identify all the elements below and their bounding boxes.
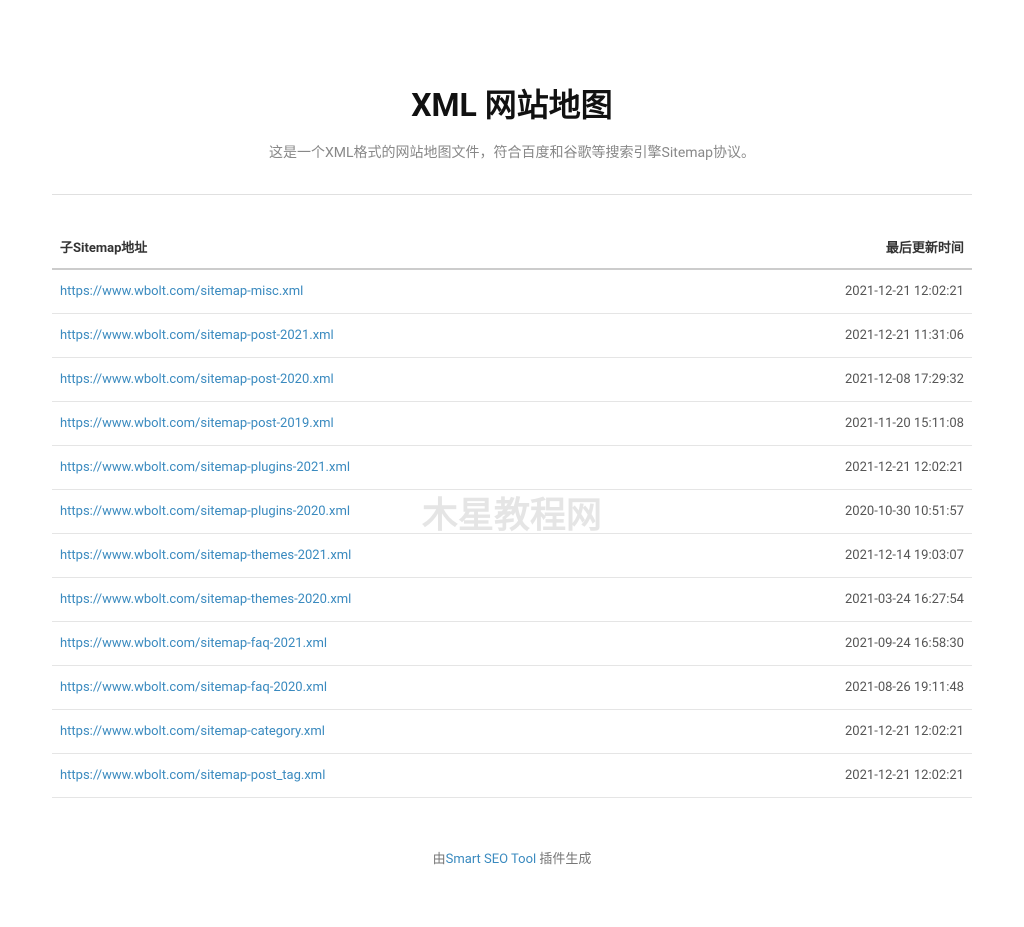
col-date-header: 最后更新时间 — [691, 225, 972, 269]
table-cell-url: https://www.wbolt.com/sitemap-post-2021.… — [52, 314, 691, 358]
footer-suffix: 插件生成 — [536, 852, 591, 867]
table-header-row: 子Sitemap地址 最后更新时间 — [52, 225, 972, 269]
table-row: https://www.wbolt.com/sitemap-themes-202… — [52, 534, 972, 578]
table-cell-url: https://www.wbolt.com/sitemap-category.x… — [52, 710, 691, 754]
sitemap-link[interactable]: https://www.wbolt.com/sitemap-faq-2020.x… — [60, 680, 327, 695]
table-row: https://www.wbolt.com/sitemap-misc.xml 20… — [52, 269, 972, 314]
table-cell-url: https://www.wbolt.com/sitemap-misc.xml — [52, 269, 691, 314]
table-cell-date: 2021-08-26 19:11:48 — [691, 666, 972, 710]
table-cell-url: https://www.wbolt.com/sitemap-post_tag.x… — [52, 754, 691, 798]
table-body: https://www.wbolt.com/sitemap-misc.xml 20… — [52, 269, 972, 798]
table-row: https://www.wbolt.com/sitemap-plugins-20… — [52, 446, 972, 490]
table-row: https://www.wbolt.com/sitemap-faq-2020.x… — [52, 666, 972, 710]
table-cell-url: https://www.wbolt.com/sitemap-faq-2020.x… — [52, 666, 691, 710]
table-cell-date: 2020-10-30 10:51:57 — [691, 490, 972, 534]
table-cell-date: 2021-11-20 15:11:08 — [691, 402, 972, 446]
table-cell-date: 2021-12-14 19:03:07 — [691, 534, 972, 578]
sitemap-link[interactable]: https://www.wbolt.com/sitemap-post-2019.… — [60, 416, 334, 431]
table-row: https://www.wbolt.com/sitemap-category.x… — [52, 710, 972, 754]
table-cell-date: 2021-12-21 11:31:06 — [691, 314, 972, 358]
sitemap-table: 子Sitemap地址 最后更新时间 https://www.wbolt.com/… — [52, 225, 972, 798]
table-container: 木星教程网 子Sitemap地址 最后更新时间 https://www.wbol… — [52, 225, 972, 798]
table-cell-date: 2021-12-21 12:02:21 — [691, 710, 972, 754]
page-title: XML 网站地图 — [52, 80, 972, 126]
sitemap-link[interactable]: https://www.wbolt.com/sitemap-post-2021.… — [60, 328, 334, 343]
table-cell-url: https://www.wbolt.com/sitemap-post-2020.… — [52, 358, 691, 402]
table-row: https://www.wbolt.com/sitemap-plugins-20… — [52, 490, 972, 534]
page-header: XML 网站地图 这是一个XML格式的网站地图文件，符合百度和谷歌等搜索引擎Si… — [52, 40, 972, 195]
table-cell-date: 2021-12-21 12:02:21 — [691, 754, 972, 798]
table-row: https://www.wbolt.com/sitemap-post-2021.… — [52, 314, 972, 358]
table-cell-url: https://www.wbolt.com/sitemap-themes-202… — [52, 534, 691, 578]
col-url-header: 子Sitemap地址 — [52, 225, 691, 269]
sitemap-link[interactable]: https://www.wbolt.com/sitemap-post-2020.… — [60, 372, 334, 387]
footer-prefix: 由 — [433, 852, 446, 867]
table-cell-date: 2021-12-08 17:29:32 — [691, 358, 972, 402]
page-footer: 由Smart SEO Tool 插件生成 — [52, 848, 972, 867]
table-cell-url: https://www.wbolt.com/sitemap-plugins-20… — [52, 490, 691, 534]
table-row: https://www.wbolt.com/sitemap-themes-202… — [52, 578, 972, 622]
table-row: https://www.wbolt.com/sitemap-faq-2021.x… — [52, 622, 972, 666]
sitemap-link[interactable]: https://www.wbolt.com/sitemap-themes-202… — [60, 592, 351, 607]
sitemap-link[interactable]: https://www.wbolt.com/sitemap-post_tag.x… — [60, 768, 325, 783]
sitemap-link[interactable]: https://www.wbolt.com/sitemap-themes-202… — [60, 548, 351, 563]
table-cell-url: https://www.wbolt.com/sitemap-faq-2021.x… — [52, 622, 691, 666]
table-row: https://www.wbolt.com/sitemap-post-2019.… — [52, 402, 972, 446]
table-cell-url: https://www.wbolt.com/sitemap-plugins-20… — [52, 446, 691, 490]
sitemap-link[interactable]: https://www.wbolt.com/sitemap-faq-2021.x… — [60, 636, 327, 651]
table-cell-date: 2021-09-24 16:58:30 — [691, 622, 972, 666]
sitemap-link[interactable]: https://www.wbolt.com/sitemap-plugins-20… — [60, 504, 350, 519]
sitemap-link[interactable]: https://www.wbolt.com/sitemap-plugins-20… — [60, 460, 350, 475]
table-header: 子Sitemap地址 最后更新时间 — [52, 225, 972, 269]
table-cell-date: 2021-03-24 16:27:54 — [691, 578, 972, 622]
table-cell-date: 2021-12-21 12:02:21 — [691, 446, 972, 490]
table-row: https://www.wbolt.com/sitemap-post-2020.… — [52, 358, 972, 402]
sitemap-link[interactable]: https://www.wbolt.com/sitemap-category.x… — [60, 724, 325, 739]
page-wrapper: XML 网站地图 这是一个XML格式的网站地图文件，符合百度和谷歌等搜索引擎Si… — [32, 0, 992, 927]
table-cell-url: https://www.wbolt.com/sitemap-themes-202… — [52, 578, 691, 622]
smart-seo-tool-link[interactable]: Smart SEO Tool — [446, 852, 537, 867]
sitemap-link[interactable]: https://www.wbolt.com/sitemap-misc.xml — [60, 284, 303, 299]
page-description: 这是一个XML格式的网站地图文件，符合百度和谷歌等搜索引擎Sitemap协议。 — [52, 142, 972, 164]
table-cell-date: 2021-12-21 12:02:21 — [691, 269, 972, 314]
table-cell-url: https://www.wbolt.com/sitemap-post-2019.… — [52, 402, 691, 446]
table-row: https://www.wbolt.com/sitemap-post_tag.x… — [52, 754, 972, 798]
